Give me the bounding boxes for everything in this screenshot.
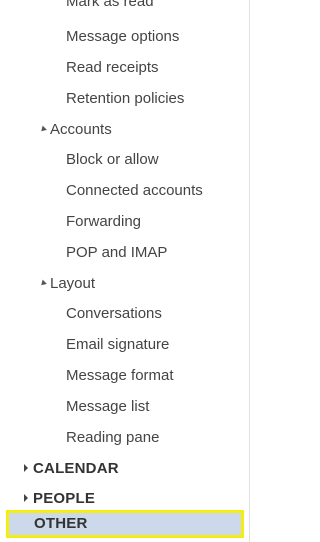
nav-item-read-receipts[interactable]: Read receipts — [66, 59, 159, 77]
nav-item-message-format[interactable]: Message format — [66, 367, 174, 385]
nav-item-connected-accounts[interactable]: Connected accounts — [66, 182, 203, 200]
nav-section-people-label: PEOPLE — [33, 490, 96, 507]
nav-item-email-signature[interactable]: Email signature — [66, 336, 169, 354]
nav-item-message-list[interactable]: Message list — [66, 398, 149, 416]
nav-group-accounts[interactable]: Accounts — [39, 121, 112, 139]
nav-group-accounts-label: Accounts — [50, 121, 112, 138]
nav-section-people[interactable]: PEOPLE — [24, 490, 95, 508]
options-navigation-pane: Mark as read Message options Read receip… — [0, 0, 250, 542]
nav-item-reading-pane[interactable]: Reading pane — [66, 429, 159, 447]
nav-group-layout-label: Layout — [50, 275, 96, 292]
nav-group-layout[interactable]: Layout — [39, 275, 96, 293]
nav-item-message-options[interactable]: Message options — [66, 28, 179, 46]
nav-section-calendar-label: CALENDAR — [33, 460, 119, 477]
nav-item-pop-and-imap[interactable]: POP and IMAP — [66, 244, 167, 262]
nav-item-conversations[interactable]: Conversations — [66, 305, 162, 323]
nav-item-forwarding[interactable]: Forwarding — [66, 213, 141, 231]
nav-section-other[interactable]: OTHER — [6, 510, 244, 538]
nav-section-other-label: OTHER — [34, 515, 88, 532]
nav-item-retention-policies[interactable]: Retention policies — [66, 90, 184, 108]
expanded-arrow-icon — [39, 279, 47, 287]
nav-item-mark-as-read[interactable]: Mark as read — [66, 0, 154, 11]
collapsed-arrow-icon — [24, 464, 28, 473]
expanded-arrow-icon — [39, 125, 47, 133]
collapsed-arrow-icon — [24, 494, 28, 503]
nav-section-calendar[interactable]: CALENDAR — [24, 460, 119, 478]
nav-item-block-or-allow[interactable]: Block or allow — [66, 151, 159, 169]
